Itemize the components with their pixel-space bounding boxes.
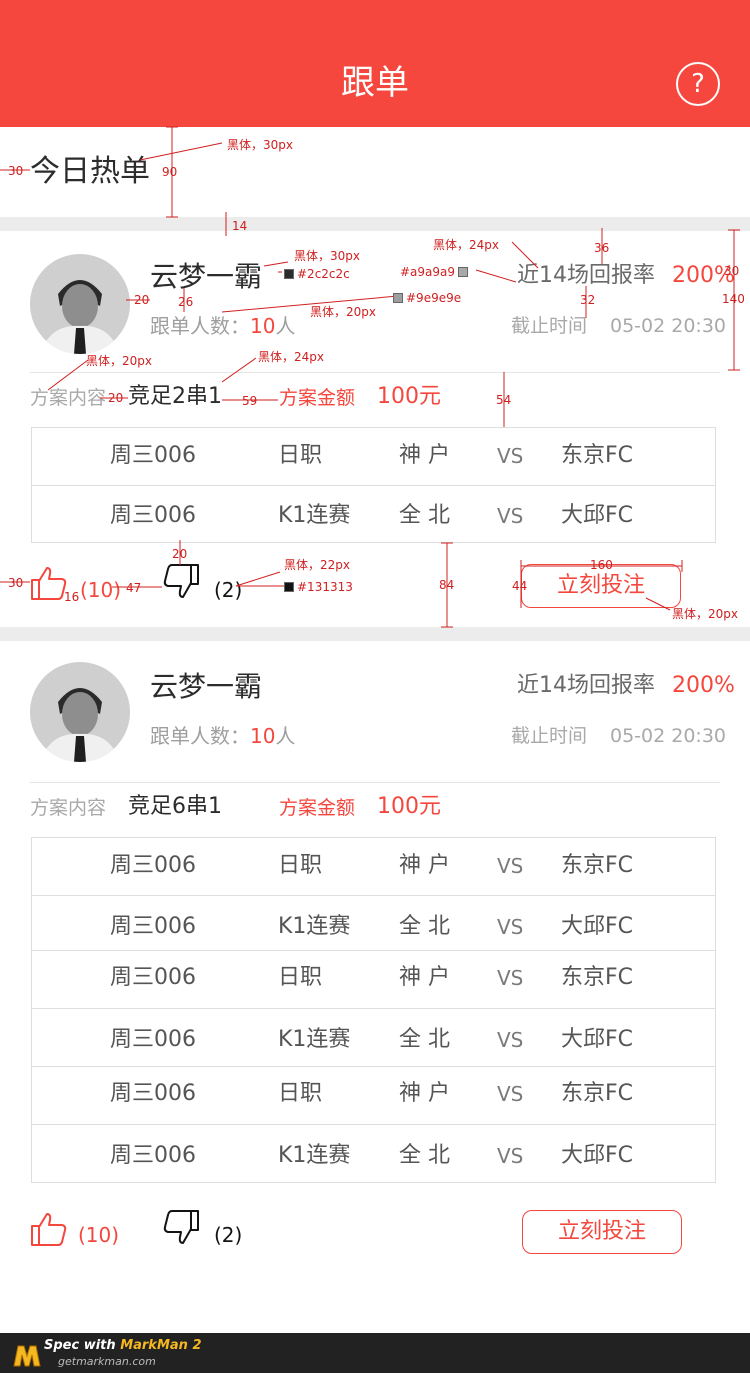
- color-swatch: [284, 269, 294, 279]
- annotation-label: 84: [439, 578, 455, 592]
- annotation-color-label: #9e9e9e: [406, 291, 462, 305]
- annotation-label: 44: [512, 579, 528, 593]
- markman-url: getmarkman.com: [58, 1355, 156, 1368]
- spec-annotation-lines: [0, 126, 740, 628]
- annotation-label: 16: [64, 590, 80, 604]
- annotation-color-label: #2c2c2c: [297, 267, 350, 281]
- annotation-label: 20: [134, 293, 150, 307]
- annotation-label: #a9a9a9: [400, 264, 471, 280]
- annotation-label: #131313: [284, 579, 353, 595]
- markman-spec-text: Spec with MarkMan 2: [44, 1338, 202, 1354]
- annotation-label: #2c2c2c: [284, 266, 350, 282]
- annotation-label: 14: [232, 219, 248, 233]
- annotation-label: 90: [162, 165, 178, 179]
- color-swatch: [458, 267, 469, 277]
- annotation-color-label: #131313: [297, 580, 353, 594]
- annotation-color-label: #a9a9a9: [400, 265, 456, 279]
- annotation-label: 黑体，30px: [227, 138, 293, 152]
- annotation-label: 140: [722, 292, 745, 306]
- annotation-label: 黑体，20px: [672, 607, 738, 621]
- annotation-label: 黑体，20px: [310, 305, 376, 319]
- annotation-label: 黑体，22px: [284, 558, 350, 572]
- color-swatch: [284, 582, 294, 592]
- annotation-label: 59: [242, 394, 258, 408]
- annotation-label: 30: [8, 164, 24, 178]
- annotation-label: 160: [590, 558, 613, 572]
- annotation-label: 黑体，24px: [433, 238, 499, 252]
- annotation-label: 32: [580, 293, 596, 307]
- annotation-label: 黑体，30px: [294, 249, 360, 263]
- annotation-label: 36: [594, 241, 610, 255]
- color-swatch: [393, 293, 403, 303]
- annotation-label: 黑体，20px: [86, 354, 152, 368]
- annotation-label: 30: [724, 264, 740, 278]
- markman-brand: MarkMan 2: [120, 1338, 202, 1353]
- markman-logo-icon: [12, 1342, 42, 1368]
- annotation-label: 30: [8, 576, 24, 590]
- annotation-label: 47: [126, 581, 142, 595]
- annotation-label: 20: [108, 391, 124, 405]
- annotation-label: 54: [496, 393, 512, 407]
- annotation-label: 20: [172, 547, 188, 561]
- annotation-label: 26: [178, 295, 194, 309]
- annotation-label: 黑体，24px: [258, 350, 324, 364]
- spec-with-label: Spec with: [44, 1338, 121, 1353]
- annotation-label: #9e9e9e: [393, 290, 461, 306]
